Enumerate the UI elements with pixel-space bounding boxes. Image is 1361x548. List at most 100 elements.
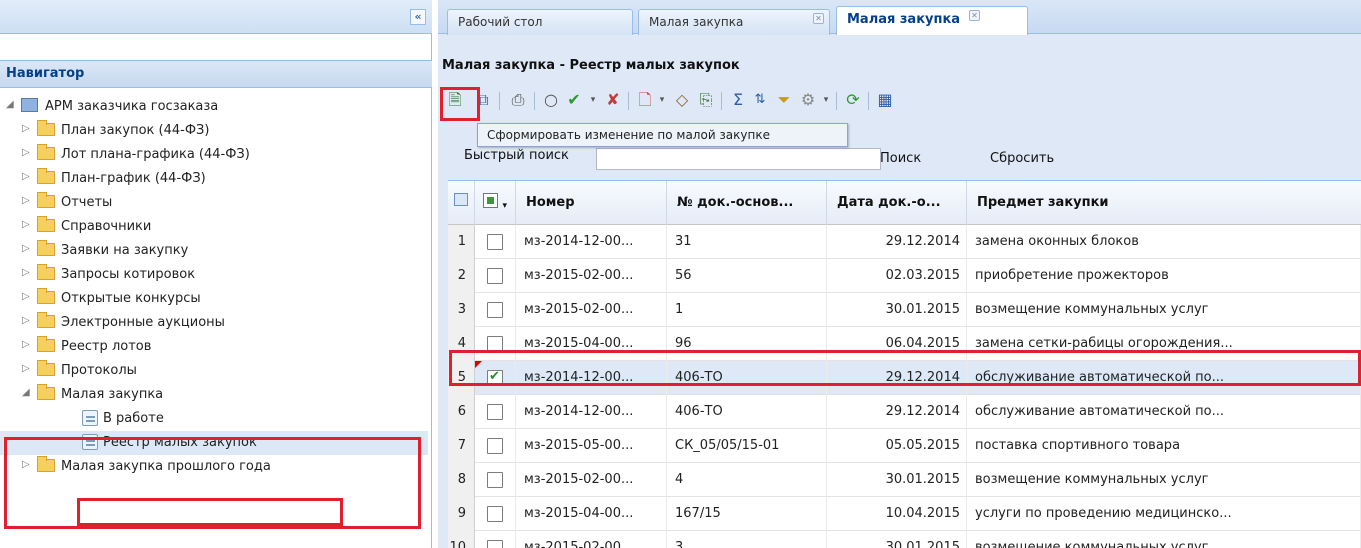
collapsed-arrow-icon[interactable]: ▷ bbox=[22, 171, 32, 182]
row-checkbox[interactable] bbox=[487, 336, 503, 352]
tab-desktop[interactable]: Рабочий стол bbox=[447, 9, 633, 35]
select-all-header[interactable]: ▾ bbox=[475, 181, 516, 225]
table-row[interactable]: 3 мз-2015-02-00... 1 30.01.2015 возмещение к… bbox=[448, 293, 1361, 327]
row-checkbox[interactable] bbox=[487, 472, 503, 488]
copy-icon[interactable]: ⧉ bbox=[473, 90, 493, 110]
tree-item[interactable]: ▷ Заявки на закупку bbox=[0, 239, 428, 263]
dropdown-arrow-icon[interactable]: ▾ bbox=[583, 90, 603, 110]
settings-icon[interactable]: ⚙ bbox=[798, 90, 818, 110]
tree-item[interactable]: ▷ Реестр лотов bbox=[0, 335, 428, 359]
tree-item[interactable]: ▷ План закупок (44-ФЗ) bbox=[0, 119, 428, 143]
dropdown-arrow-icon[interactable]: ▾ bbox=[652, 90, 672, 110]
circle-icon[interactable]: ○ bbox=[541, 90, 561, 110]
doc-basis-cell: 406-ТО bbox=[667, 361, 827, 395]
table-row[interactable]: 5 мз-2014-12-00...406-ТО29.12.2014обслужи… bbox=[448, 361, 1361, 395]
checkbox-cell bbox=[475, 361, 516, 395]
row-checkbox[interactable] bbox=[487, 302, 503, 318]
table-row[interactable]: 7 мз-2015-05-00... СК_05/05/15-01 05.05.201… bbox=[448, 429, 1361, 463]
column-header-number[interactable]: Номер bbox=[516, 181, 667, 225]
close-tab-icon[interactable]: ✕ bbox=[969, 10, 980, 21]
doc-date-cell: 30.01.2015 bbox=[827, 293, 967, 327]
tree-item[interactable]: ▷ Протоколы bbox=[0, 359, 428, 383]
table-row[interactable]: 9 мз-2015-04-00... 167/15 10.04.2015 услуги … bbox=[448, 497, 1361, 531]
refresh-icon[interactable]: ⟳ bbox=[843, 90, 863, 110]
sort-icon[interactable]: ⇅ bbox=[750, 90, 770, 110]
collapsed-arrow-icon[interactable]: ▷ bbox=[22, 195, 32, 206]
row-checkbox[interactable] bbox=[487, 540, 503, 548]
row-checkbox[interactable] bbox=[487, 268, 503, 284]
column-header-doc[interactable]: № док.-основ... bbox=[667, 181, 827, 225]
create-change-icon[interactable]: 🗎 bbox=[445, 90, 465, 110]
close-tab-icon[interactable]: ✕ bbox=[813, 13, 824, 24]
grid-header: ▾ Номер № док.-основ... Дата док.-о... П… bbox=[448, 181, 1361, 225]
collapsed-arrow-icon[interactable]: ▷ bbox=[22, 123, 32, 134]
tree-item[interactable]: ▷ Отчеты bbox=[0, 191, 428, 215]
row-checkbox[interactable] bbox=[487, 506, 503, 522]
tree-item[interactable]: Реестр малых закупок bbox=[0, 431, 428, 455]
navigator-top-bar: « bbox=[0, 0, 432, 34]
folder-icon bbox=[37, 240, 55, 256]
collapsed-arrow-icon[interactable]: ▷ bbox=[22, 339, 32, 350]
table-row[interactable]: 4 мз-2015-04-00... 96 06.04.2015 замена сетк… bbox=[448, 327, 1361, 361]
tree-item[interactable]: ▷ Справочники bbox=[0, 215, 428, 239]
dropdown-arrow-icon[interactable]: ▾ bbox=[816, 90, 836, 110]
eraser-icon[interactable]: ◇ bbox=[672, 90, 692, 110]
row-checkbox[interactable] bbox=[487, 369, 503, 386]
subject-cell: возмещение коммунальных услуг bbox=[967, 293, 1361, 327]
select-all-checkbox[interactable] bbox=[483, 193, 498, 208]
collapsed-arrow-icon[interactable]: ▷ bbox=[22, 315, 32, 326]
collapsed-arrow-icon[interactable]: ▷ bbox=[22, 291, 32, 302]
expanded-arrow-icon[interactable]: ◢ bbox=[22, 387, 32, 398]
expanded-arrow-icon[interactable]: ◢ bbox=[6, 99, 16, 110]
tree-item-label: В работе bbox=[103, 411, 164, 426]
chevron-down-icon[interactable]: ▾ bbox=[503, 201, 508, 211]
quick-search-input[interactable] bbox=[596, 148, 881, 170]
table-row[interactable]: 8 мз-2015-02-00... 4 30.01.2015 возмещение к… bbox=[448, 463, 1361, 497]
sum-icon[interactable]: Σ bbox=[728, 90, 748, 110]
collapsed-arrow-icon[interactable]: ▷ bbox=[22, 459, 32, 470]
row-checkbox[interactable] bbox=[487, 234, 503, 250]
computer-icon bbox=[21, 98, 38, 112]
tree-item[interactable]: ▷ Электронные аукционы bbox=[0, 311, 428, 335]
tree-item-label: Реестр лотов bbox=[61, 339, 152, 354]
check-icon[interactable]: ✔ bbox=[564, 90, 584, 110]
folder-icon bbox=[37, 216, 55, 232]
table-row[interactable]: 6 мз-2014-12-00... 406-ТО 29.12.2014 обслужи… bbox=[448, 395, 1361, 429]
tree-item[interactable]: ▷ Лот плана-графика (44-ФЗ) bbox=[0, 143, 428, 167]
table-row[interactable]: 10 мз-2015-02-00... 3 30.01.2015 возмещение … bbox=[448, 531, 1361, 548]
column-header-subject[interactable]: Предмет закупки bbox=[967, 181, 1361, 225]
tree-item[interactable]: ▷ Открытые конкурсы bbox=[0, 287, 428, 311]
reset-button[interactable]: Сбросить bbox=[990, 151, 1054, 166]
collapsed-arrow-icon[interactable]: ▷ bbox=[22, 147, 32, 158]
tree-item[interactable]: ◢ АРМ заказчика госзаказа bbox=[0, 95, 428, 119]
tree-item[interactable]: ◢ Малая закупка bbox=[0, 383, 428, 407]
collapsed-arrow-icon[interactable]: ▷ bbox=[22, 363, 32, 374]
tree-item[interactable]: В работе bbox=[0, 407, 428, 431]
column-header-date[interactable]: Дата док.-о... bbox=[827, 181, 967, 225]
tab-malaya-zakupka-2[interactable]: Малая закупка ✕ bbox=[836, 6, 1028, 35]
row-checkbox[interactable] bbox=[487, 438, 503, 454]
search-button[interactable]: Поиск bbox=[880, 151, 921, 166]
table-row[interactable]: 1 мз-2014-12-00... 31 29.12.2014 замена окон… bbox=[448, 225, 1361, 259]
table-icon[interactable] bbox=[454, 193, 468, 206]
collapsed-arrow-icon[interactable]: ▷ bbox=[22, 267, 32, 278]
table-row[interactable]: 2 мз-2015-02-00... 56 02.03.2015 приобретени… bbox=[448, 259, 1361, 293]
tree-item[interactable]: ▷ Малая закупка прошлого года bbox=[0, 455, 428, 479]
collapse-navigator-button[interactable]: « bbox=[410, 9, 426, 25]
doc-basis-cell: 406-ТО bbox=[667, 395, 827, 429]
collapsed-arrow-icon[interactable]: ▷ bbox=[22, 243, 32, 254]
print-icon[interactable]: ⎙ bbox=[508, 90, 528, 110]
uncheck-icon[interactable]: ✘ bbox=[603, 90, 623, 110]
row-checkbox[interactable] bbox=[487, 404, 503, 420]
number-cell: мз-2014-12-00... bbox=[516, 395, 667, 429]
tree-item-label: Заявки на закупку bbox=[61, 243, 189, 258]
export-icon[interactable]: ⎘ bbox=[696, 90, 716, 110]
column-settings-header[interactable] bbox=[448, 181, 475, 225]
collapsed-arrow-icon[interactable]: ▷ bbox=[22, 219, 32, 230]
doc-basis-cell: 31 bbox=[667, 225, 827, 259]
table-icon[interactable]: ▦ bbox=[875, 90, 895, 110]
tree-item[interactable]: ▷ План-график (44-ФЗ) bbox=[0, 167, 428, 191]
tab-malaya-zakupka-1[interactable]: Малая закупка ✕ bbox=[638, 9, 830, 35]
filter-icon[interactable]: ⏷ bbox=[774, 90, 794, 110]
tree-item[interactable]: ▷ Запросы котировок bbox=[0, 263, 428, 287]
